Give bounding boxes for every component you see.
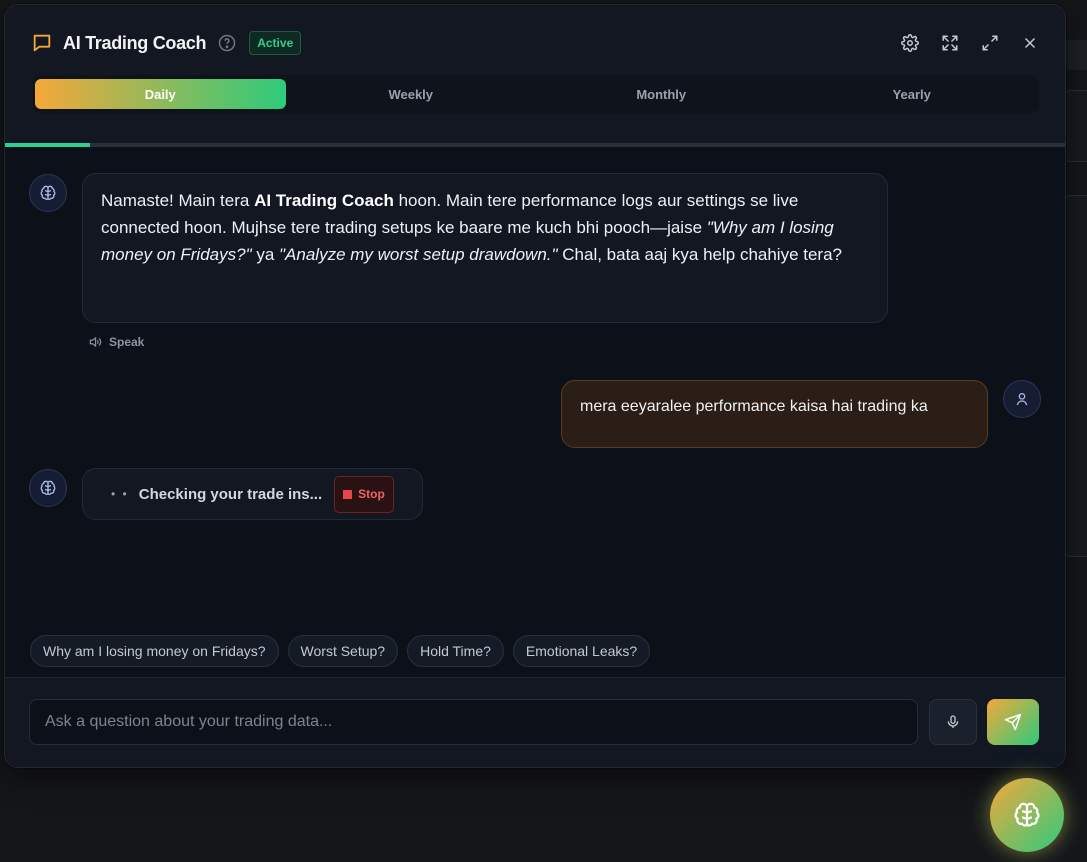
stop-button[interactable]: Stop [334,475,394,513]
suggestion-chip[interactable]: Emotional Leaks? [512,635,651,667]
send-button[interactable] [987,699,1039,745]
user-avatar [1003,380,1041,418]
coach-panel: AI Trading Coach Active Daily Weekly Mon… [4,4,1066,768]
background-panel [1064,195,1087,557]
message-text: ya [251,245,280,264]
brain-icon [40,480,56,495]
tab-yearly[interactable]: Yearly [787,79,1038,109]
message-bold-text: AI Trading Coach [254,191,394,210]
progress-fill [5,143,90,147]
question-input[interactable] [29,699,918,745]
chat-icon [31,32,53,54]
brain-icon [1014,802,1040,827]
user-message: mera eeyaralee performance kaisa hai tra… [561,380,988,448]
settings-icon[interactable] [901,34,919,52]
stop-icon [343,489,353,499]
close-icon[interactable] [1021,34,1039,52]
period-tabs: Daily Weekly Monthly Yearly [33,75,1039,113]
microphone-button[interactable] [929,699,977,745]
microphone-icon [947,715,959,728]
speak-button[interactable]: Speak [87,335,144,349]
background-panel [1065,40,1087,70]
tab-daily[interactable]: Daily [35,79,286,109]
ai-avatar [29,469,67,507]
status-badge: Active [249,31,302,55]
brain-icon [40,185,56,200]
message-text: Namaste! Main tera [101,191,255,210]
message-quote: "Analyze my worst setup drawdown." [279,245,558,264]
send-icon [1004,713,1022,731]
suggestion-chip[interactable]: Hold Time? [407,635,504,667]
tab-weekly[interactable]: Weekly [286,79,537,109]
composer [5,677,1065,767]
suggestion-chips: Why am I losing money on Fridays? Worst … [30,635,651,667]
panel-header: AI Trading Coach Active Daily Weekly Mon… [5,5,1065,147]
ai-message: Namaste! Main tera AI Trading Coach hoon… [82,173,888,323]
stop-label: Stop [358,486,385,501]
loading-text: Checking your trade ins... [138,485,323,503]
maximize-icon[interactable] [981,34,999,52]
tab-monthly[interactable]: Monthly [536,79,787,109]
user-icon [1016,393,1028,406]
help-icon[interactable] [218,34,236,52]
typing-indicator: • • [111,486,129,501]
progress-bar [5,143,1065,147]
suggestion-chip[interactable]: Worst Setup? [287,635,399,667]
speak-label: Speak [109,335,145,349]
coach-fab-button[interactable] [990,778,1064,852]
background-panel [1064,90,1087,162]
ai-avatar [29,174,67,212]
speaker-icon [89,336,102,348]
expand-icon[interactable] [941,34,959,52]
message-text: Chal, bata aaj kya help chahiye tera? [557,245,843,264]
suggestion-chip[interactable]: Why am I losing money on Fridays? [30,635,279,667]
panel-title: AI Trading Coach [63,32,207,53]
ai-loading-message: • • Checking your trade ins... Stop [82,468,423,520]
